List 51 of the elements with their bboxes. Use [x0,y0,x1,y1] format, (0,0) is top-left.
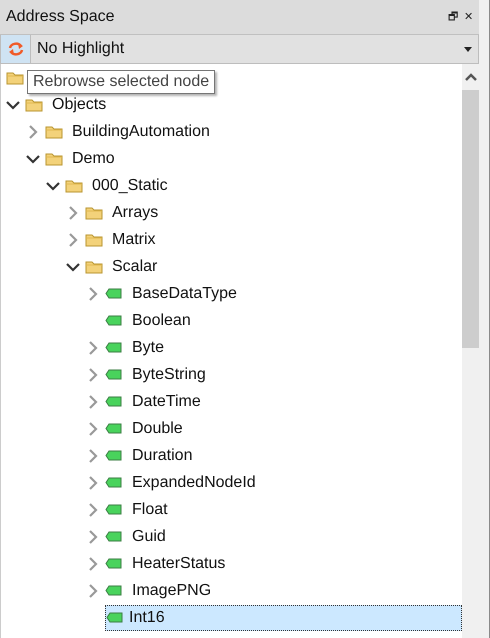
folder-icon [45,152,63,166]
variable-tag-icon [105,342,122,353]
folder-icon [45,124,63,138]
variable-tag-icon [105,423,122,434]
variable-tag-icon [105,558,122,569]
tree-item-label[interactable]: ByteString [128,364,210,384]
tree-item-label[interactable]: Demo [68,148,119,168]
variable-tag-icon [105,531,122,542]
selected-tree-item[interactable]: Int16 [105,604,462,630]
variable-tag-icon [105,477,122,488]
folder-icon [85,232,103,246]
folder-icon [25,98,43,112]
tree-item-label[interactable]: ExpandedNodeId [128,472,260,492]
close-button[interactable]: ✕ [464,12,473,22]
caret-icon [464,46,472,52]
tree-item-label[interactable]: ImagePNG [128,580,216,600]
tree-item-label[interactable]: Arrays [108,202,162,222]
variable-tag-icon [105,396,122,407]
variable-tag-icon [106,612,123,623]
variable-tag-icon [105,369,122,380]
tree-item-label[interactable]: Matrix [108,230,160,250]
tree-item-label[interactable]: BaseDataType [128,284,241,304]
variable-tag-icon [105,315,122,326]
variable-tag-icon [105,585,122,596]
folder-icon [6,70,24,84]
tree-item-label[interactable]: Double [128,418,187,438]
panel-title: Address Space [6,7,116,27]
tree-item-label[interactable]: Byte [128,338,168,358]
scroll-up-icon[interactable] [464,73,476,81]
folder-icon [65,178,83,192]
variable-tag-icon [105,288,122,299]
variable-tag-icon [105,450,122,461]
highlight-dropdown[interactable]: No Highlight [31,35,478,63]
tree-item-label[interactable]: Boolean [128,310,195,330]
tree-item-label[interactable]: Guid [128,526,170,546]
tooltip: Rebrowse selected node [27,70,216,94]
refresh-icon [8,42,24,56]
tree-item-label[interactable]: 000_Static [88,176,172,196]
scrollbar-thumb[interactable] [462,90,479,348]
tree-item-label[interactable]: BuildingAutomation [68,122,214,142]
tree-item-label[interactable]: HeaterStatus [128,554,230,574]
folder-icon [85,260,103,274]
folder-icon [85,206,103,220]
tree-item-label[interactable]: Duration [128,446,196,466]
variable-tag-icon [105,504,122,515]
tree-item-label[interactable]: Objects [48,94,110,114]
refresh-button[interactable] [1,35,31,63]
tree-item-label[interactable]: Float [128,500,172,520]
tree-item-label[interactable]: DateTime [128,392,205,412]
restore-button[interactable]: 🗗 [448,12,458,22]
tree-item-label[interactable]: Scalar [108,256,162,276]
